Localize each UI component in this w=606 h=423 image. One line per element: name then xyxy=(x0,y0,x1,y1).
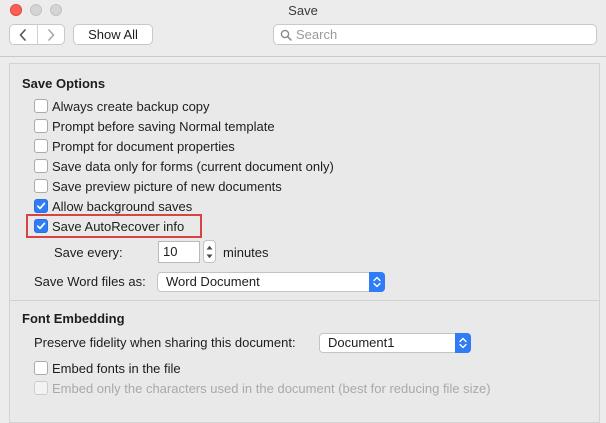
checkbox-label: Save preview picture of new documents xyxy=(52,178,282,194)
allow-background-saves-checkbox[interactable]: Allow background saves xyxy=(34,198,192,214)
stepper-up-icon[interactable] xyxy=(204,243,215,252)
fidelity-document-select[interactable]: Document1 xyxy=(319,333,471,353)
checkbox-label: Prompt before saving Normal template xyxy=(52,118,275,134)
toolbar: Show All xyxy=(0,20,606,56)
chevron-left-icon xyxy=(19,28,27,41)
checkbox-label: Always create backup copy xyxy=(52,98,210,114)
prompt-document-properties-checkbox[interactable]: Prompt for document properties xyxy=(34,138,235,154)
always-create-backup-checkbox[interactable]: Always create backup copy xyxy=(34,98,210,114)
checkbox-box[interactable] xyxy=(34,119,48,133)
checkbox-box xyxy=(34,381,48,395)
save-format-select[interactable]: Word Document xyxy=(157,272,385,292)
checkbox-box[interactable] xyxy=(34,361,48,375)
checkbox-box[interactable] xyxy=(34,219,48,233)
checkmark-icon xyxy=(36,222,46,230)
title-bar: Save xyxy=(0,0,606,20)
forward-button[interactable] xyxy=(36,25,65,44)
checkbox-label: Prompt for document properties xyxy=(52,138,235,154)
back-button[interactable] xyxy=(10,25,37,44)
checkbox-box[interactable] xyxy=(34,179,48,193)
up-down-caret-icon[interactable] xyxy=(455,333,471,353)
embed-used-characters-checkbox: Embed only the characters used in the do… xyxy=(34,380,491,396)
checkbox-label: Save AutoRecover info xyxy=(52,218,185,234)
checkbox-label: Allow background saves xyxy=(52,198,193,214)
save-data-only-forms-checkbox[interactable]: Save data only for forms (current docume… xyxy=(34,158,334,174)
toolbar-divider xyxy=(0,56,606,57)
minutes-label: minutes xyxy=(223,245,269,260)
checkmark-icon xyxy=(36,202,46,210)
save-preview-picture-checkbox[interactable]: Save preview picture of new documents xyxy=(34,178,282,194)
search-field[interactable] xyxy=(273,24,597,45)
prompt-normal-template-checkbox[interactable]: Prompt before saving Normal template xyxy=(34,118,275,134)
save-options-heading: Save Options xyxy=(22,76,106,91)
search-icon xyxy=(280,29,292,41)
save-word-files-as-label: Save Word files as: xyxy=(34,274,146,289)
select-value: Word Document xyxy=(166,274,260,289)
checkbox-label: Embed fonts in the file xyxy=(52,360,181,376)
stepper-down-icon[interactable] xyxy=(204,252,215,261)
window-title: Save xyxy=(288,3,318,18)
embed-fonts-checkbox[interactable]: Embed fonts in the file xyxy=(34,360,181,376)
checkbox-label: Embed only the characters used in the do… xyxy=(52,380,491,396)
save-every-input[interactable]: 10 xyxy=(158,241,200,263)
show-all-button[interactable]: Show All xyxy=(73,24,153,45)
font-embedding-heading: Font Embedding xyxy=(22,311,125,326)
checkbox-label: Save data only for forms (current docume… xyxy=(52,158,334,174)
checkbox-box[interactable] xyxy=(34,139,48,153)
search-input[interactable] xyxy=(296,26,586,43)
navigation-buttons xyxy=(9,24,65,45)
save-every-stepper[interactable] xyxy=(203,240,216,263)
checkbox-box[interactable] xyxy=(34,159,48,173)
save-every-label: Save every: xyxy=(54,245,123,260)
up-down-caret-icon[interactable] xyxy=(369,272,385,292)
save-autorecover-checkbox[interactable]: Save AutoRecover info xyxy=(34,218,184,234)
section-divider xyxy=(10,300,599,301)
preserve-fidelity-label: Preserve fidelity when sharing this docu… xyxy=(34,335,296,350)
select-value: Document1 xyxy=(328,335,395,350)
chevron-right-icon xyxy=(47,28,55,41)
checkbox-box[interactable] xyxy=(34,199,48,213)
checkbox-box[interactable] xyxy=(34,99,48,113)
